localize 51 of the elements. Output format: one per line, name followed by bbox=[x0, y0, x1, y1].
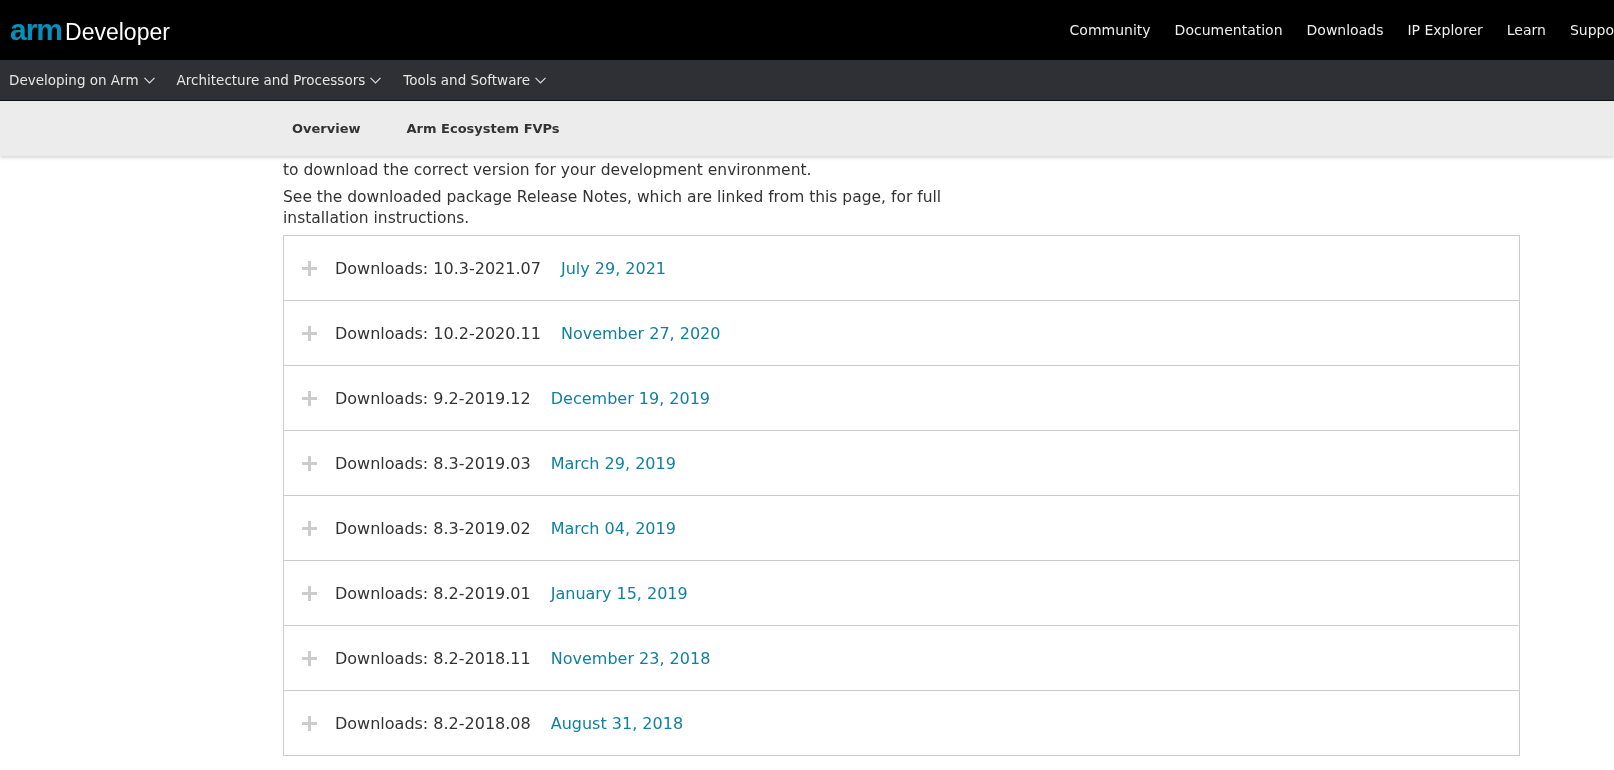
accordion-row[interactable]: Downloads: 9.2-2019.12 December 19, 2019 bbox=[284, 366, 1519, 431]
accordion-row[interactable]: Downloads: 8.2-2018.11 November 23, 2018 bbox=[284, 626, 1519, 691]
download-label: Downloads: 8.3-2019.03 bbox=[335, 453, 531, 473]
paragraph: to download the correct version for your development environment. bbox=[283, 160, 813, 181]
download-label: Downloads: 10.2-2020.11 bbox=[335, 323, 541, 343]
plus-icon bbox=[302, 585, 317, 601]
accordion-row[interactable]: Downloads: 8.2-2018.08 August 31, 2018 bbox=[284, 691, 1519, 755]
release-date: March 29, 2019 bbox=[550, 453, 676, 473]
header-link[interactable]: Community bbox=[1069, 22, 1151, 38]
release-date: March 04, 2019 bbox=[550, 518, 676, 538]
header-link[interactable]: Documentation bbox=[1174, 22, 1283, 38]
download-label: Downloads: 9.2-2019.12 bbox=[335, 388, 531, 408]
chevron-icon bbox=[535, 76, 546, 84]
nav-menu[interactable]: Developing on Arm bbox=[9, 72, 155, 88]
header-link[interactable]: Suppo bbox=[1569, 22, 1614, 38]
plus-icon bbox=[302, 325, 317, 341]
chevron-icon bbox=[143, 76, 155, 84]
release-date: December 19, 2019 bbox=[550, 388, 711, 408]
download-label: Downloads: 8.2-2019.01 bbox=[335, 583, 531, 603]
download-label: Downloads: 8.3-2019.02 bbox=[335, 518, 531, 538]
release-date: July 29, 2021 bbox=[560, 258, 666, 278]
logo-text: Developer bbox=[65, 19, 170, 46]
release-date: January 15, 2019 bbox=[550, 583, 688, 603]
header-link[interactable]: IP Explorer bbox=[1407, 22, 1483, 38]
plus-icon bbox=[302, 520, 317, 536]
release-date: November 23, 2018 bbox=[550, 648, 711, 668]
release-date: November 27, 2020 bbox=[560, 323, 721, 343]
download-label: Downloads: 10.3-2021.07 bbox=[335, 258, 541, 278]
nav-menu[interactable]: Architecture and Processors bbox=[176, 72, 382, 88]
accordion-row[interactable]: Downloads: 8.3-2019.02 March 04, 2019 bbox=[284, 496, 1519, 561]
plus-icon bbox=[302, 715, 317, 731]
sub-nav-link[interactable]: Arm Ecosystem FVPs bbox=[406, 121, 560, 136]
accordion-row[interactable]: Downloads: 8.3-2019.03 March 29, 2019 bbox=[284, 431, 1519, 496]
accordion-row[interactable]: Downloads: 10.2-2020.11 November 27, 2020 bbox=[284, 301, 1519, 366]
header-link[interactable]: Downloads bbox=[1306, 22, 1384, 38]
plus-icon bbox=[302, 455, 317, 471]
download-label: Downloads: 8.2-2018.08 bbox=[335, 713, 531, 733]
logo-mark: arm bbox=[10, 13, 63, 47]
sub-nav-link[interactable]: Overview bbox=[292, 121, 361, 136]
plus-icon bbox=[302, 390, 317, 406]
release-date: August 31, 2018 bbox=[550, 713, 684, 733]
chevron-icon bbox=[370, 76, 382, 84]
header-link[interactable]: Learn bbox=[1506, 22, 1546, 38]
accordion-row[interactable]: Downloads: 10.3-2021.07 July 29, 2021 bbox=[284, 236, 1519, 301]
nav-menu[interactable]: Tools and Software bbox=[403, 72, 546, 88]
paragraph: See the downloaded package Release Notes, which are linked from this page, for full installation instructions. bbox=[283, 187, 943, 229]
plus-icon bbox=[302, 650, 317, 666]
plus-icon bbox=[302, 260, 317, 276]
logo[interactable]: arm Developer bbox=[10, 13, 170, 47]
accordion-row[interactable]: Downloads: 8.2-2019.01 January 15, 2019 bbox=[284, 561, 1519, 626]
download-label: Downloads: 8.2-2018.11 bbox=[335, 648, 531, 668]
